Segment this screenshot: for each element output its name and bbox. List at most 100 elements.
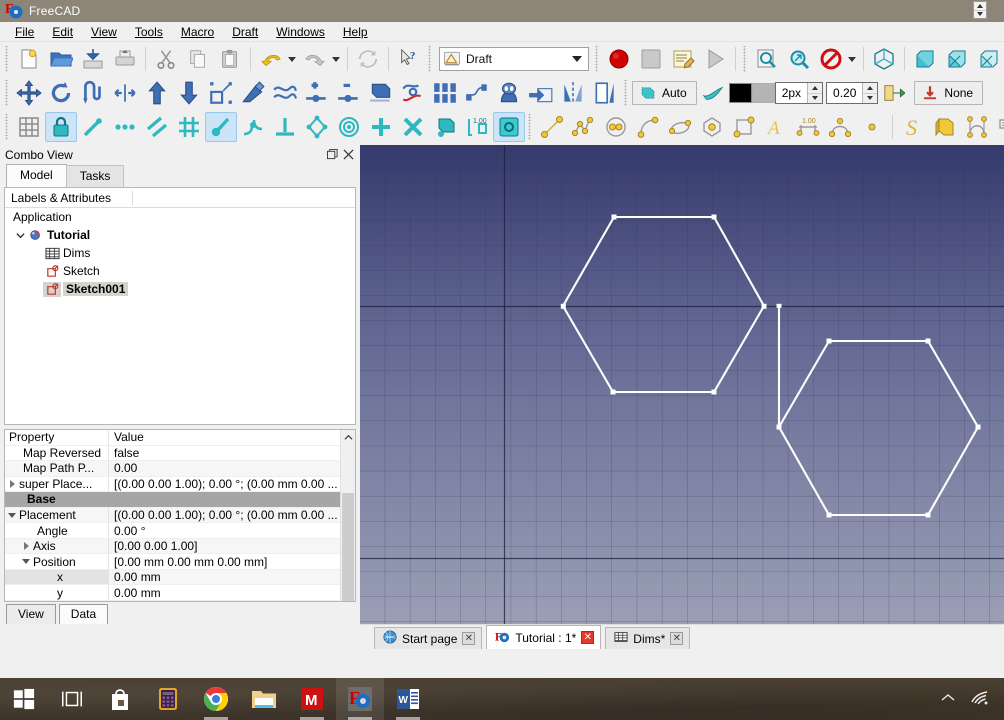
snap-ortho-button[interactable] (365, 112, 397, 142)
tab-model[interactable]: Model (6, 164, 67, 187)
property-value[interactable]: [0.00 0.00 1.00] (109, 539, 340, 554)
viewport-canvas[interactable] (360, 145, 1004, 624)
toolbar-grip[interactable] (623, 80, 630, 106)
toolbar-grip[interactable] (427, 46, 434, 72)
whats-this-button[interactable]: ? (393, 44, 425, 74)
chevron-down-icon[interactable] (572, 56, 582, 62)
draft-remove-point-button[interactable] (333, 78, 365, 108)
menu-macro[interactable]: Macro (172, 23, 223, 41)
draft-edit-button[interactable] (237, 78, 269, 108)
menu-help[interactable]: Help (334, 23, 377, 41)
close-icon[interactable]: ✕ (670, 632, 684, 645)
snap-dimension-constrain-button[interactable]: 1.00 (461, 112, 493, 142)
draft-offset-button[interactable] (77, 78, 109, 108)
table-row[interactable]: y 0.00 mm (5, 585, 340, 601)
table-row[interactable]: Angle 0.00 ° (5, 523, 340, 539)
menu-windows[interactable]: Windows (267, 23, 334, 41)
draft-downgrade-button[interactable] (173, 78, 205, 108)
snap-special-button[interactable] (397, 112, 429, 142)
snap-working-plane-button[interactable] (493, 112, 525, 142)
tree-item-tutorial[interactable]: Tutorial (5, 226, 355, 244)
macro-record-button[interactable] (603, 44, 635, 74)
line-width-arrows[interactable] (807, 83, 823, 103)
draft-label-button[interactable] (993, 112, 1004, 142)
draft-trimex-button[interactable] (109, 78, 141, 108)
file-explorer-button[interactable] (240, 678, 288, 720)
draft-point-button[interactable] (856, 112, 888, 142)
snap-angle-button[interactable] (237, 112, 269, 142)
freecad-taskbar-button[interactable]: F (336, 678, 384, 720)
line-color-swatch[interactable] (728, 83, 752, 103)
toolbar-grip[interactable] (594, 46, 601, 72)
draft-polyline-button[interactable] (568, 112, 600, 142)
property-value[interactable]: [0.00 mm 0.00 mm 0.00 mm] (109, 554, 340, 569)
table-row[interactable]: x 0.00 mm f(x) (5, 1, 987, 587)
toolbar-grip[interactable] (742, 46, 749, 72)
tree-item-sketch[interactable]: Sketch (5, 262, 355, 280)
chevron-right-icon[interactable] (5, 479, 19, 488)
transparency-arrows[interactable] (862, 83, 878, 103)
snap-near-button[interactable] (333, 112, 365, 142)
microsoft-word-button[interactable]: W (384, 678, 432, 720)
table-row[interactable]: Position [0.00 mm 0.00 mm 0.00 mm] (5, 554, 340, 570)
snap-dimensions-button[interactable] (429, 112, 461, 142)
axonometric-view-button[interactable] (868, 44, 900, 74)
redo-dropdown-arrow[interactable] (332, 56, 340, 62)
snap-lock-button[interactable] (45, 112, 77, 142)
draft-shape2dview-button[interactable] (365, 78, 397, 108)
toolbar-grip[interactable] (4, 80, 11, 106)
workbench-selector[interactable]: Draft (439, 47, 589, 71)
draft-bezcurve-button[interactable] (961, 112, 993, 142)
model-tree[interactable]: Labels & Attributes Application Tutorial (4, 187, 356, 425)
draft-draft-to-sketch-button[interactable] (397, 78, 429, 108)
front-view-button[interactable] (909, 44, 941, 74)
save-document-button[interactable] (77, 44, 109, 74)
table-row[interactable]: Axis [0.00 0.00 1.00] (5, 538, 340, 555)
close-icon[interactable]: ✕ (462, 632, 476, 645)
draft-bspline-button[interactable] (824, 112, 856, 142)
property-value[interactable]: 0.00 ° (109, 523, 340, 538)
draft-rectangle-button[interactable] (728, 112, 760, 142)
refresh-button[interactable] (352, 44, 384, 74)
scrollbar-track[interactable] (341, 445, 355, 601)
transparency-down[interactable] (863, 93, 878, 103)
table-row[interactable]: Placement [(0.00 0.00 1.00); 0.00 °; (0.… (5, 507, 340, 524)
snap-perpendicular-button[interactable] (269, 112, 301, 142)
top-view-button[interactable] (941, 44, 973, 74)
snap-center-button[interactable] (205, 112, 237, 142)
draft-ellipse-button[interactable] (664, 112, 696, 142)
draft-facebinder-button[interactable] (929, 112, 961, 142)
wifi-icon[interactable] (970, 690, 990, 709)
draft-line-button[interactable] (536, 112, 568, 142)
menu-edit[interactable]: Edit (43, 23, 82, 41)
macro-edit-button[interactable] (667, 44, 699, 74)
redo-button[interactable] (299, 44, 331, 74)
draft-upgrade-button[interactable] (141, 78, 173, 108)
chevron-down-icon[interactable] (5, 512, 19, 518)
snap-endpoint-button[interactable] (77, 112, 109, 142)
tree-item-dims[interactable]: Dims (5, 244, 355, 262)
draft-scale-button[interactable] (205, 78, 237, 108)
macro-execute-button[interactable] (699, 44, 731, 74)
menu-draft[interactable]: Draft (223, 23, 267, 41)
property-value[interactable]: [(0.00 0.00 1.00); 0.00 °; (0.00 mm 0.00… (109, 508, 340, 523)
close-icon[interactable]: ✕ (581, 631, 595, 644)
draft-mirror-button[interactable] (557, 78, 589, 108)
line-width-up[interactable] (808, 83, 823, 94)
right-view-button[interactable] (973, 44, 1004, 74)
face-color-swatch[interactable] (751, 83, 775, 103)
line-width-down[interactable] (808, 93, 823, 103)
draft-drawing-button[interactable] (525, 78, 557, 108)
print-document-button[interactable] (109, 44, 141, 74)
close-panel-button[interactable] (340, 147, 356, 162)
draft-array-button[interactable] (429, 78, 461, 108)
chevron-down-icon[interactable] (13, 231, 27, 240)
menu-file[interactable]: File (6, 23, 43, 41)
property-value-editable[interactable]: 0.00 mm (109, 570, 340, 585)
draft-add-point-button[interactable] (301, 78, 333, 108)
microsoft-store-button[interactable] (96, 678, 144, 720)
draft-arc-button[interactable] (632, 112, 664, 142)
draft-apply-to-objects-button[interactable] (878, 78, 910, 108)
start-button[interactable] (0, 678, 48, 720)
cut-button[interactable] (150, 44, 182, 74)
